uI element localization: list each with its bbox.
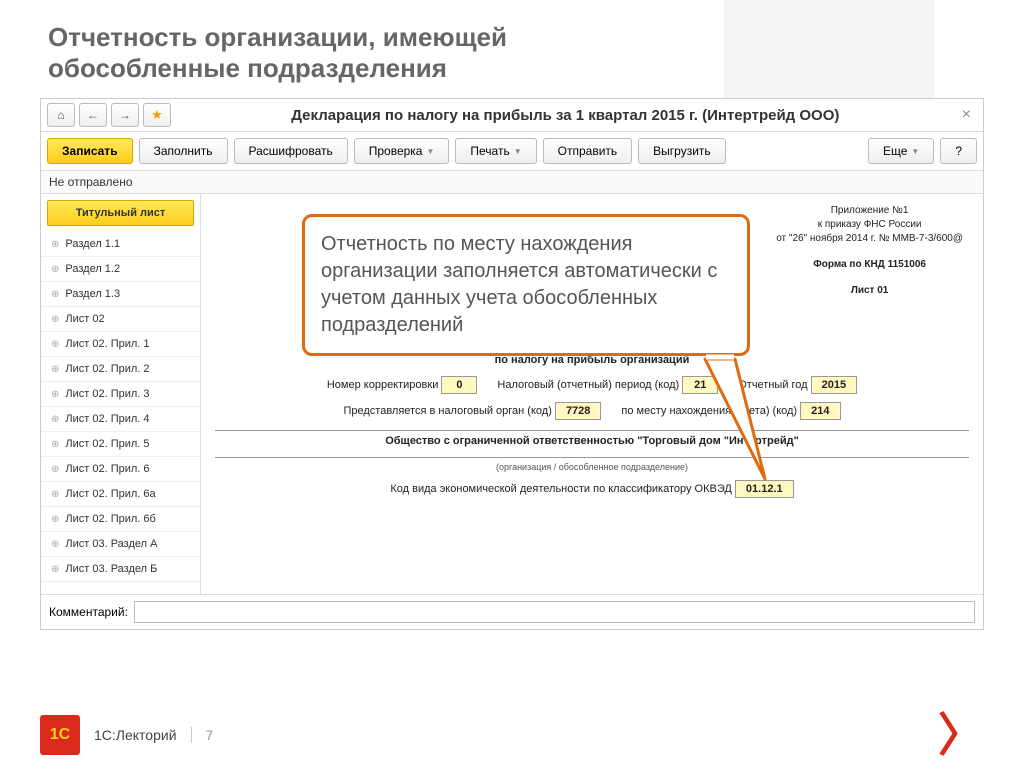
bullet-icon: ⊕ [51, 364, 59, 375]
bullet-icon: ⊕ [51, 389, 59, 400]
bullet-icon: ⊕ [51, 489, 59, 500]
app-window: ⌂ ← → ★ Декларация по налогу на прибыль … [40, 98, 984, 630]
sidebar-item[interactable]: ⊕Раздел 1.1 [41, 232, 200, 257]
titlebar: ⌂ ← → ★ Декларация по налогу на прибыль … [41, 99, 983, 132]
organ-field[interactable]: 7728 [555, 402, 601, 420]
sidebar-item[interactable]: ⊕Лист 02. Прил. 6б [41, 507, 200, 532]
more-button[interactable]: Еще▼ [868, 138, 934, 164]
sidebar-item[interactable]: ⊕Лист 03. Раздел Б [41, 557, 200, 582]
comment-label: Комментарий: [49, 605, 128, 619]
sidebar-item[interactable]: ⊕Лист 02. Прил. 6а [41, 482, 200, 507]
sidebar-item[interactable]: ⊕Лист 03. Раздел А [41, 532, 200, 557]
org-sublabel: (организация / обособленное подразделени… [215, 462, 969, 472]
organ-label: Представляется в налоговый орган (код) [343, 405, 551, 417]
sidebar-item[interactable]: ⊕Лист 02 [41, 307, 200, 332]
sidebar-item[interactable]: ⊕Лист 02. Прил. 5 [41, 432, 200, 457]
sidebar: Титульный лист ⊕Раздел 1.1 ⊕Раздел 1.2 ⊕… [41, 194, 201, 594]
correction-row: Номер корректировки 0 Налоговый (отчетны… [215, 376, 969, 394]
chevron-down-icon: ▼ [426, 147, 434, 156]
sidebar-item[interactable]: ⊕Лист 02. Прил. 6 [41, 457, 200, 482]
bullet-icon: ⊕ [51, 314, 59, 325]
chevron-down-icon: ▼ [911, 147, 919, 156]
bullet-icon: ⊕ [51, 264, 59, 275]
next-arrow-icon[interactable]: 〉 [938, 724, 984, 747]
chevron-down-icon: ▼ [514, 147, 522, 156]
bullet-icon: ⊕ [51, 564, 59, 575]
fill-button[interactable]: Заполнить [139, 138, 228, 164]
sidebar-item[interactable]: ⊕Лист 02. Прил. 2 [41, 357, 200, 382]
window-title: Декларация по налогу на прибыль за 1 ква… [175, 107, 956, 124]
year-field[interactable]: 2015 [811, 376, 857, 394]
bullet-icon: ⊕ [51, 239, 59, 250]
corr-label: Номер корректировки [327, 379, 438, 391]
corr-field[interactable]: 0 [441, 376, 477, 394]
help-button[interactable]: ? [940, 138, 977, 164]
okved-label: Код вида экономической деятельности по к… [390, 483, 732, 495]
send-button[interactable]: Отправить [543, 138, 633, 164]
sidebar-item[interactable]: ⊕Раздел 1.2 [41, 257, 200, 282]
decode-button[interactable]: Расшифровать [234, 138, 348, 164]
callout-tail-icon [695, 359, 775, 489]
bullet-icon: ⊕ [51, 339, 59, 350]
sidebar-item[interactable]: ⊕Лист 02. Прил. 1 [41, 332, 200, 357]
check-button[interactable]: Проверка▼ [354, 138, 450, 164]
slide-title: Отчетность организации, имеющей обособле… [0, 0, 1024, 98]
status-text: Не отправлено [41, 171, 983, 194]
bullet-icon: ⊕ [51, 289, 59, 300]
form-header-right: Приложение №1 к приказу ФНС России от "2… [776, 204, 963, 298]
bullet-icon: ⊕ [51, 514, 59, 525]
save-button[interactable]: Записать [47, 138, 133, 164]
org-name: Общество с ограниченной ответственностью… [215, 435, 969, 447]
okved-row: Код вида экономической деятельности по к… [215, 480, 969, 498]
callout-bubble: Отчетность по месту нахождения организац… [302, 214, 750, 356]
sidebar-item[interactable]: ⊕Лист 02. Прил. 3 [41, 382, 200, 407]
sidebar-item[interactable]: ⊕Лист 02. Прил. 4 [41, 407, 200, 432]
footer-brand: 1С:Лекторий [94, 727, 192, 743]
bullet-icon: ⊕ [51, 539, 59, 550]
close-icon[interactable]: × [956, 106, 977, 124]
footer: 1C 1С:Лекторий 7 〉 [0, 715, 1024, 755]
logo-1c: 1C [40, 715, 80, 755]
back-button[interactable]: ← [79, 103, 107, 127]
comment-input[interactable] [134, 601, 975, 623]
forward-button[interactable]: → [111, 103, 139, 127]
bullet-icon: ⊕ [51, 439, 59, 450]
sidebar-item[interactable]: ⊕Раздел 1.3 [41, 282, 200, 307]
comment-row: Комментарий: [41, 594, 983, 629]
divider [215, 430, 969, 431]
organ-row: Представляется в налоговый орган (код) 7… [215, 402, 969, 420]
divider [215, 457, 969, 458]
place-field[interactable]: 214 [800, 402, 840, 420]
bullet-icon: ⊕ [51, 464, 59, 475]
bullet-icon: ⊕ [51, 414, 59, 425]
sidebar-item-title-page[interactable]: Титульный лист [47, 200, 194, 226]
period-label: Налоговый (отчетный) период (код) [497, 379, 679, 391]
print-button[interactable]: Печать▼ [455, 138, 536, 164]
toolbar: Записать Заполнить Расшифровать Проверка… [41, 132, 983, 171]
export-button[interactable]: Выгрузить [638, 138, 726, 164]
home-button[interactable]: ⌂ [47, 103, 75, 127]
page-number: 7 [206, 727, 214, 743]
favorite-button[interactable]: ★ [143, 103, 171, 127]
